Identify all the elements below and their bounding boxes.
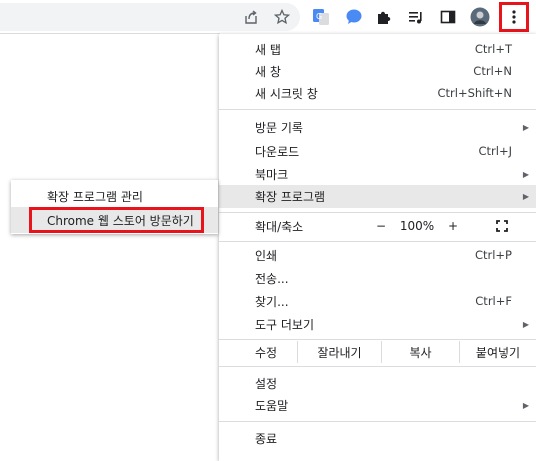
- paste-button[interactable]: 붙여넣기: [459, 341, 536, 363]
- submenu-item-label: 확장 프로그램 관리: [47, 189, 143, 204]
- share-icon[interactable]: [240, 6, 262, 28]
- menu-item-label: 방문 기록: [255, 120, 303, 135]
- browser-toolbar: G: [0, 0, 536, 33]
- submenu-arrow-icon: ▶: [522, 319, 529, 329]
- menu-item-more-tools[interactable]: 도구 더보기 ▶: [219, 313, 536, 335]
- menu-item-new-window[interactable]: 새 창 Ctrl+N: [219, 60, 536, 82]
- menu-item-history[interactable]: 방문 기록 ▶: [219, 116, 536, 138]
- menu-item-label: 인쇄: [255, 248, 278, 263]
- menu-item-edit: 수정 잘라내기 복사 붙여넣기: [219, 341, 536, 363]
- media-queue-icon[interactable]: [405, 6, 427, 28]
- chrome-main-menu: 새 탭 Ctrl+T 새 창 Ctrl+N 새 시크릿 창 Ctrl+Shift…: [219, 34, 536, 461]
- web-store-highlight-box: [29, 207, 204, 233]
- menu-item-label: 새 시크릿 창: [255, 86, 318, 101]
- menu-item-label: 확장 프로그램: [255, 190, 326, 204]
- menu-item-label: 찾기...: [255, 294, 289, 309]
- cut-button[interactable]: 잘라내기: [297, 341, 381, 363]
- bookmark-star-icon[interactable]: [271, 6, 293, 28]
- shortcut-text: Ctrl+J: [478, 144, 513, 158]
- menu-item-cast[interactable]: 전송...: [219, 267, 536, 289]
- submenu-arrow-icon: ▶: [522, 400, 529, 410]
- menu-item-extensions[interactable]: 확장 프로그램 ▶: [219, 185, 536, 208]
- menu-item-settings[interactable]: 설정: [219, 372, 536, 394]
- menu-item-zoom: 확대/축소 − 100% +: [219, 215, 536, 237]
- submenu-arrow-icon: ▶: [522, 192, 529, 201]
- zoom-level-value: 100%: [399, 219, 435, 233]
- shortcut-text: Ctrl+T: [474, 42, 512, 56]
- menu-divider: [219, 241, 536, 242]
- menu-item-find[interactable]: 찾기... Ctrl+F: [219, 290, 536, 312]
- menu-item-label: 도구 더보기: [255, 317, 315, 332]
- fullscreen-icon[interactable]: [491, 215, 513, 237]
- translate-extension-icon[interactable]: G: [310, 6, 332, 28]
- zoom-out-button[interactable]: −: [369, 215, 393, 237]
- menu-item-bookmarks[interactable]: 북마크 ▶: [219, 163, 536, 185]
- menu-item-label: 수정: [255, 345, 278, 360]
- menu-item-downloads[interactable]: 다운로드 Ctrl+J: [219, 140, 536, 162]
- submenu-arrow-icon: ▶: [522, 169, 529, 179]
- menu-item-exit[interactable]: 종료: [219, 427, 536, 449]
- menu-divider: [219, 421, 536, 422]
- menu-divider: [219, 339, 536, 340]
- profile-avatar[interactable]: [469, 6, 491, 28]
- menu-item-label: 북마크: [255, 167, 289, 182]
- zoom-in-button[interactable]: +: [441, 215, 465, 237]
- menu-item-new-incognito[interactable]: 새 시크릿 창 Ctrl+Shift+N: [219, 82, 536, 104]
- shortcut-text: Ctrl+N: [473, 64, 512, 78]
- menu-item-label: 새 탭: [255, 42, 281, 57]
- menu-item-help[interactable]: 도움말 ▶: [219, 394, 536, 416]
- side-panel-icon[interactable]: [437, 6, 459, 28]
- menu-divider: [219, 212, 536, 213]
- menu-item-label: 확대/축소: [255, 219, 304, 234]
- menu-item-new-tab[interactable]: 새 탭 Ctrl+T: [219, 38, 536, 60]
- menu-item-label: 다운로드: [255, 144, 300, 159]
- submenu-item-manage-extensions[interactable]: 확장 프로그램 관리: [11, 183, 218, 209]
- svg-text:G: G: [316, 12, 322, 21]
- menu-item-label: 전송...: [255, 271, 289, 286]
- shortcut-text: Ctrl+F: [475, 294, 512, 308]
- submenu-arrow-icon: ▶: [522, 122, 529, 132]
- menu-item-label: 도움말: [255, 398, 289, 413]
- shortcut-text: Ctrl+P: [474, 248, 512, 262]
- menu-item-label: 설정: [255, 376, 278, 391]
- menu-item-print[interactable]: 인쇄 Ctrl+P: [219, 244, 536, 266]
- chat-extension-icon[interactable]: [343, 6, 365, 28]
- copy-button[interactable]: 복사: [381, 341, 459, 363]
- menu-divider: [219, 109, 536, 110]
- menu-item-label: 종료: [255, 431, 278, 446]
- menu-item-label: 새 창: [255, 64, 281, 79]
- shortcut-text: Ctrl+Shift+N: [437, 86, 512, 100]
- menu-divider: [219, 366, 536, 367]
- kebab-highlight-box: [499, 2, 529, 32]
- toolbar-divider: [0, 33, 220, 34]
- extensions-puzzle-icon[interactable]: [373, 6, 395, 28]
